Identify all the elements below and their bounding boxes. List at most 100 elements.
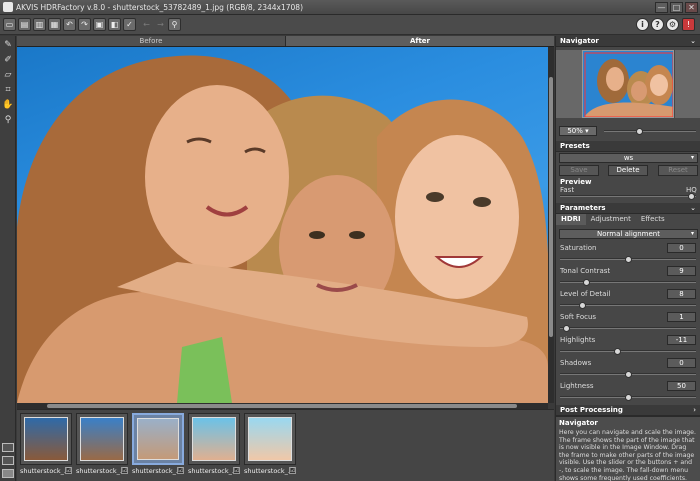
preset-save-button[interactable]: Save: [559, 165, 599, 176]
film-thumbnail[interactable]: [20, 413, 72, 465]
settings-panel: Navigator ⌄ 50% ▾ Presets ws ▾ Save Delete…: [555, 36, 700, 481]
param-level-of-detail-value[interactable]: 8: [667, 289, 696, 299]
presets-header[interactable]: Presets: [556, 141, 700, 152]
title-bar: AKVIS HDRFactory v.8.0 - shutterstock_53…: [0, 0, 700, 15]
collapse-caret-icon[interactable]: ⌄: [690, 203, 696, 214]
film-item-selected[interactable]: shutterstock_... ☑: [131, 412, 185, 478]
chevron-down-icon: ▾: [690, 154, 694, 161]
shadows-slider[interactable]: [560, 371, 696, 378]
filmstrip-toggle-icon[interactable]: [2, 469, 14, 478]
single-view-icon[interactable]: [2, 443, 14, 452]
preset-reset-button[interactable]: Reset: [658, 165, 698, 176]
param-saturation-value[interactable]: 0: [667, 243, 696, 253]
hand-icon[interactable]: ✋: [2, 99, 14, 111]
param-highlights-value[interactable]: -11: [667, 335, 696, 345]
eraser-icon[interactable]: ▱: [2, 69, 14, 81]
slider-knob[interactable]: [579, 302, 586, 309]
horizontal-scroll-thumb[interactable]: [47, 404, 517, 408]
navigator-preview[interactable]: [582, 50, 674, 118]
tab-after[interactable]: After: [285, 36, 554, 46]
export-icon[interactable]: ▥: [33, 18, 46, 31]
maximize-button[interactable]: □: [670, 2, 683, 13]
brush-icon[interactable]: ✐: [2, 54, 14, 66]
bug-report-icon[interactable]: !: [682, 18, 695, 31]
film-item[interactable]: shutterstock_... ☑: [75, 412, 129, 478]
zoom-dropdown[interactable]: 50% ▾: [559, 126, 597, 136]
print-icon[interactable]: ▦: [48, 18, 61, 31]
film-item-name: shutterstock_...: [244, 467, 295, 475]
film-item[interactable]: shutterstock_... ☑: [243, 412, 297, 478]
param-shadows-value[interactable]: 0: [667, 358, 696, 368]
tonal-contrast-slider[interactable]: [560, 279, 696, 286]
minimize-button[interactable]: —: [655, 2, 668, 13]
vertical-scrollbar[interactable]: [548, 47, 554, 403]
tab-adjustment[interactable]: Adjustment: [586, 214, 636, 225]
film-item-checkbox[interactable]: ☑: [65, 467, 72, 474]
slider-knob[interactable]: [625, 256, 632, 263]
param-tonal-contrast-value[interactable]: 9: [667, 266, 696, 276]
level-of-detail-slider[interactable]: [560, 302, 696, 309]
filmstrip: shutterstock_... ☑ shutterstock_... ☑ sh…: [17, 409, 554, 481]
arrow-right-icon[interactable]: →: [154, 18, 167, 31]
slider-knob[interactable]: [563, 325, 570, 332]
film-item-checkbox[interactable]: ☑: [121, 467, 128, 474]
film-thumbnail[interactable]: [244, 413, 296, 465]
zoom-icon[interactable]: ⚲: [2, 114, 14, 126]
main-toolbar: ▭ ▤ ▥ ▦ ↶ ↷ ▣ ◧ ✓ ← → ⚲ i ? ⚙ !: [0, 15, 700, 35]
app-logo-icon: [3, 2, 13, 12]
zoom-slider[interactable]: [604, 128, 696, 135]
param-soft-focus-value[interactable]: 1: [667, 312, 696, 322]
zoom-tool-icon[interactable]: ⚲: [168, 18, 181, 31]
film-item[interactable]: shutterstock_... ☑: [187, 412, 241, 478]
highlights-slider[interactable]: [560, 348, 696, 355]
collapse-caret-icon[interactable]: ⌄: [690, 36, 696, 47]
tab-effects[interactable]: Effects: [636, 214, 670, 225]
navigator-header[interactable]: Navigator ⌄: [556, 36, 700, 47]
crop-icon[interactable]: ⌗: [2, 84, 14, 96]
preview-slider-knob[interactable]: [688, 193, 695, 200]
eyedropper-icon[interactable]: ✎: [2, 39, 14, 51]
lightness-slider[interactable]: [560, 394, 696, 401]
film-thumbnail[interactable]: [76, 413, 128, 465]
slider-knob[interactable]: [614, 348, 621, 355]
split-view-icon[interactable]: [2, 456, 14, 465]
alignment-dropdown[interactable]: Normal alignment ▾: [559, 229, 698, 239]
expand-caret-icon[interactable]: ›: [693, 405, 696, 416]
preview-quality-slider[interactable]: [560, 193, 696, 200]
slider-knob[interactable]: [625, 394, 632, 401]
film-item-checkbox[interactable]: ☑: [233, 467, 240, 474]
soft-focus-slider[interactable]: [560, 325, 696, 332]
arrow-left-icon[interactable]: ←: [140, 18, 153, 31]
tab-hdri[interactable]: HDRI: [556, 214, 586, 225]
preset-dropdown[interactable]: ws ▾: [559, 153, 698, 163]
help-icon[interactable]: ?: [651, 18, 664, 31]
before-after-icon[interactable]: ◧: [108, 18, 121, 31]
tab-before[interactable]: Before: [17, 36, 285, 46]
undo-icon[interactable]: ↶: [63, 18, 76, 31]
fit-icon[interactable]: ▣: [93, 18, 106, 31]
slider-knob[interactable]: [625, 371, 632, 378]
saturation-slider[interactable]: [560, 256, 696, 263]
settings-gear-icon[interactable]: ⚙: [666, 18, 679, 31]
save-file-icon[interactable]: ▤: [18, 18, 31, 31]
film-item[interactable]: shutterstock_... ☑: [19, 412, 73, 478]
redo-icon[interactable]: ↷: [78, 18, 91, 31]
slider-knob[interactable]: [583, 279, 590, 286]
open-file-icon[interactable]: ▭: [3, 18, 16, 31]
image-window[interactable]: [17, 47, 548, 403]
film-item-checkbox[interactable]: ☑: [177, 467, 184, 474]
close-button[interactable]: ✕: [685, 2, 698, 13]
film-thumbnail[interactable]: [188, 413, 240, 465]
film-thumbnail[interactable]: [132, 413, 184, 465]
film-item-checkbox[interactable]: ☑: [289, 467, 296, 474]
vertical-scroll-thumb[interactable]: [549, 77, 553, 337]
apply-icon[interactable]: ✓: [123, 18, 136, 31]
zoom-slider-knob[interactable]: [636, 128, 643, 135]
preset-delete-button[interactable]: Delete: [608, 165, 648, 176]
param-saturation-label: Saturation: [560, 244, 597, 252]
info-icon[interactable]: i: [636, 18, 649, 31]
param-level-of-detail-label: Level of Detail: [560, 290, 611, 298]
post-processing-header[interactable]: Post Processing ›: [556, 405, 700, 416]
parameters-header[interactable]: Parameters ⌄: [556, 203, 700, 214]
param-lightness-value[interactable]: 50: [667, 381, 696, 391]
